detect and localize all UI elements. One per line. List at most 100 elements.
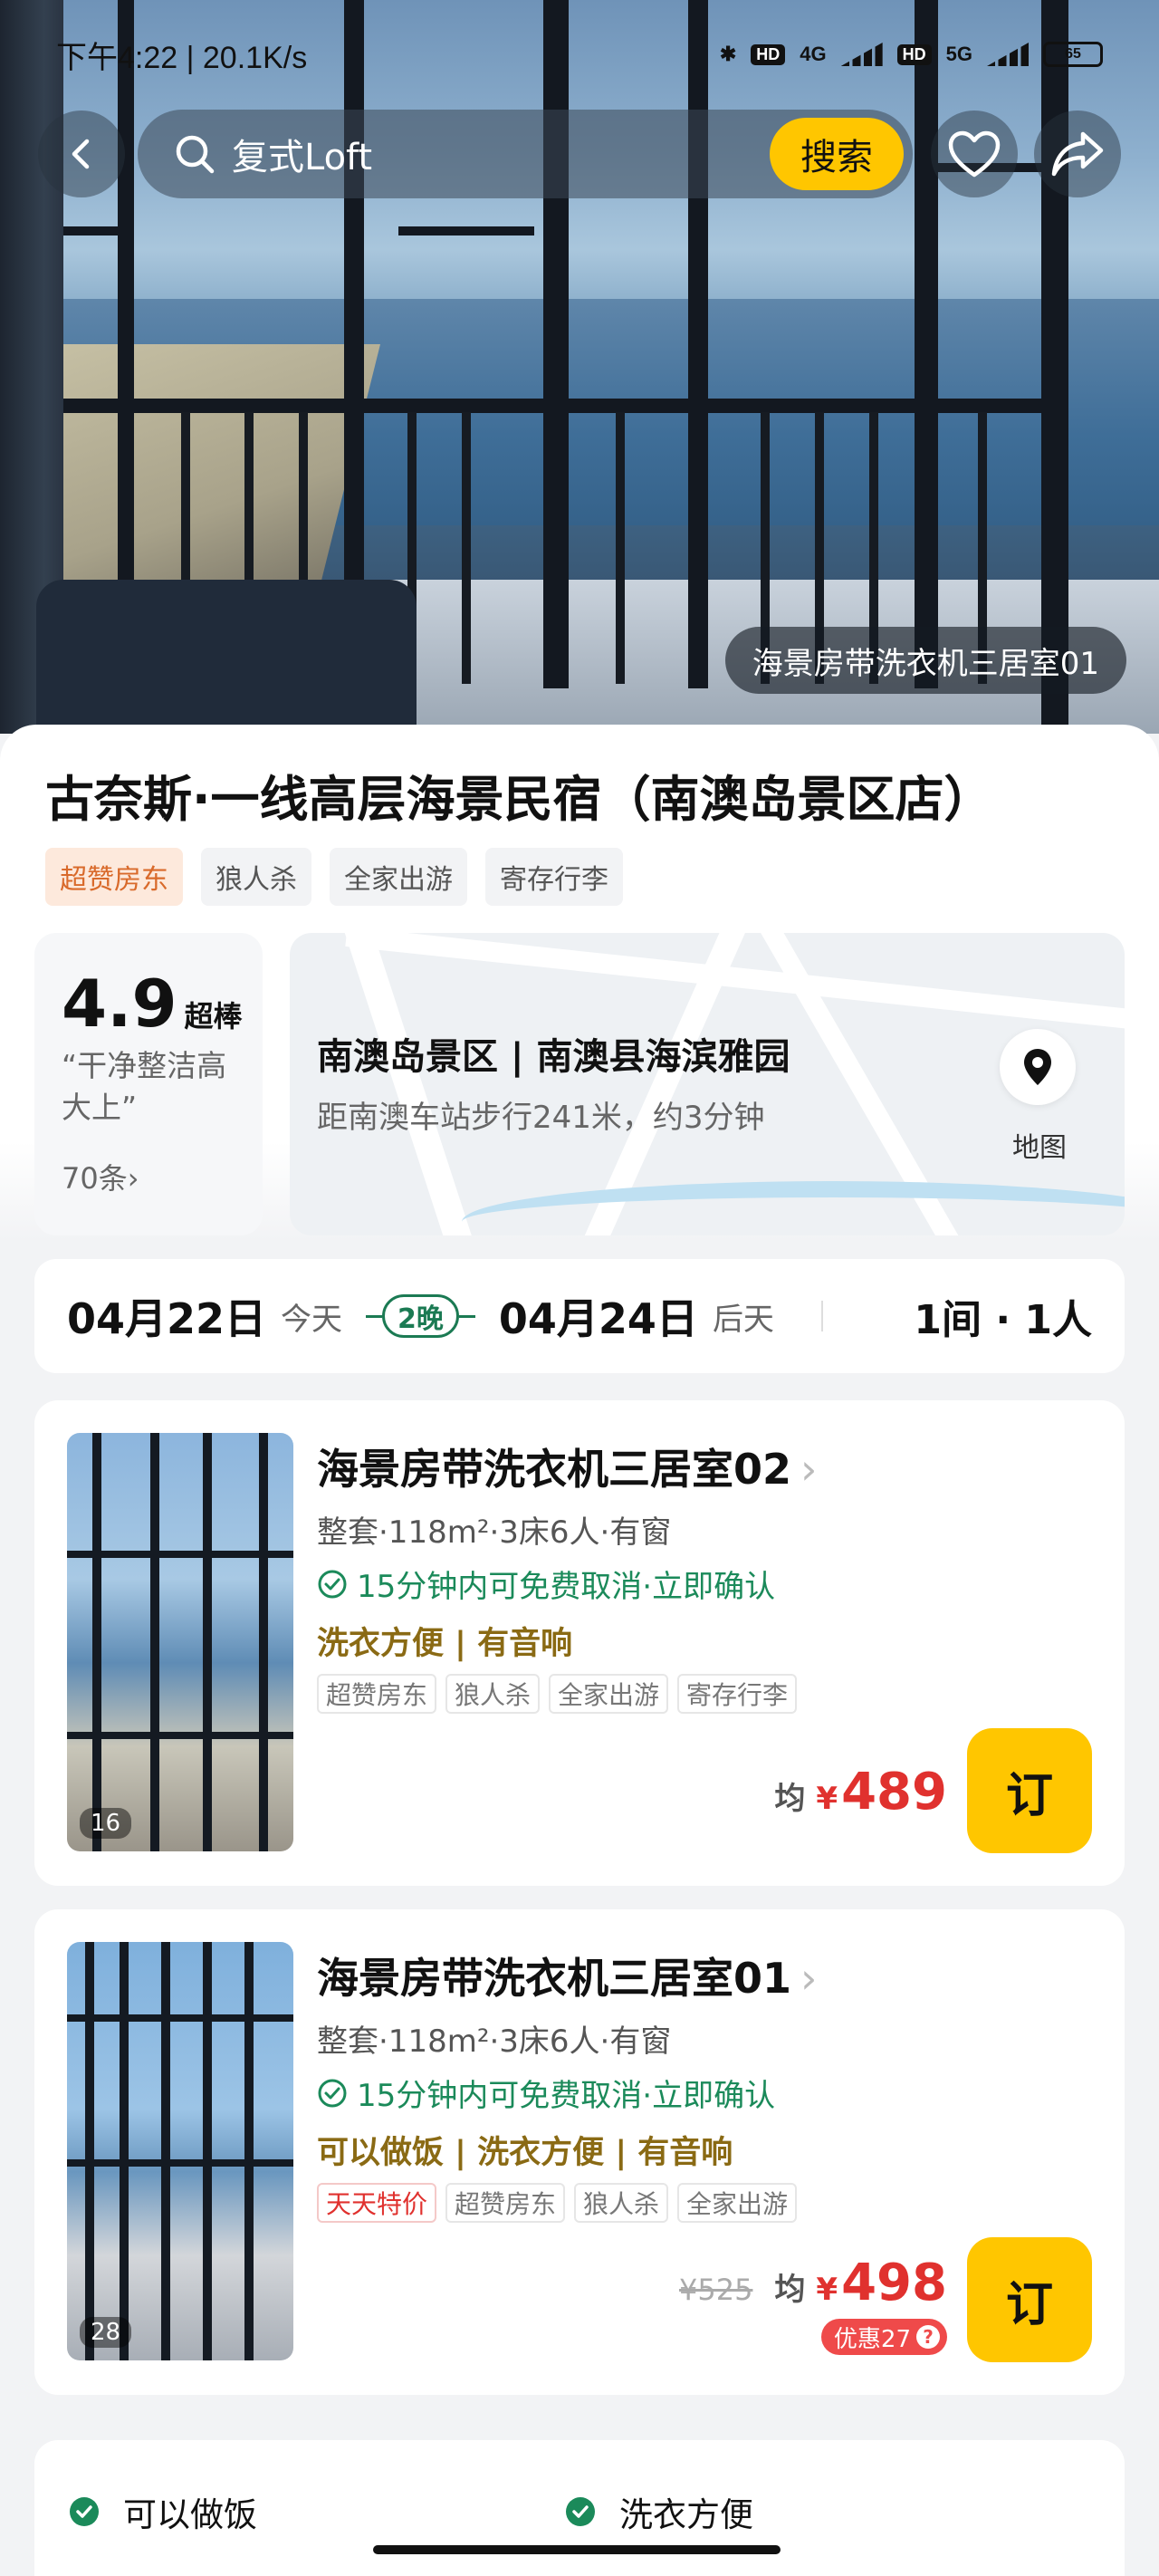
window-frame [915, 0, 938, 688]
photo-frame-bar [203, 1433, 212, 1851]
room-tag: 寄存行李 [677, 1674, 798, 1714]
window-frame [688, 0, 708, 688]
search-button[interactable]: 搜索 [770, 118, 904, 190]
back-icon [72, 139, 90, 169]
signal-icon-2 [987, 43, 1029, 66]
status-indicators: ✱ HD 4G HD 5G 65 [720, 42, 1103, 67]
hotel-tag: 狼人杀 [201, 848, 311, 906]
book-button[interactable]: 订 [967, 1728, 1092, 1853]
photo-frame-bar [85, 1942, 94, 2360]
price-value: 489 [841, 1763, 947, 1821]
hotel-info-sheet: 古奈斯·一线高层海景民宿（南澳岛景区店） 超赞房东 狼人杀 全家出游 寄存行李 … [0, 725, 1159, 1241]
window-frame [54, 399, 1050, 413]
room-features: 洗衣方便 | 有音响 [317, 1626, 573, 1662]
favorite-button[interactable] [931, 111, 1018, 197]
share-button[interactable] [1034, 111, 1121, 197]
network-hd-badge-2: HD [896, 43, 932, 65]
room-spec: 整套·118m²·3床6人·有窗 [317, 2023, 672, 2060]
home-indicator[interactable] [373, 2545, 781, 2554]
photo-caption[interactable]: 海景房带洗衣机三居室01 [724, 627, 1126, 694]
review-count: 70条 [62, 1161, 128, 1196]
room-name[interactable]: 海景房带洗衣机三居室01 › [317, 1946, 817, 2005]
amenity-item: 可以做饭 [69, 2487, 257, 2536]
hero-sofa [36, 580, 417, 734]
room-photo[interactable]: 28 [67, 1942, 293, 2360]
photo-frame-bar [161, 1942, 170, 2360]
rooms-guests-selector[interactable]: 1间 · 1人 [914, 1287, 1092, 1345]
discount-badge[interactable]: 优惠27 ? [820, 2319, 947, 2355]
top-bar: 复式Loft 搜索 [38, 107, 1121, 201]
photo-frame-bar [67, 1551, 293, 1558]
back-button[interactable] [38, 111, 125, 197]
room-tag: 超赞房东 [445, 2183, 566, 2223]
hotel-tag: 超赞房东 [45, 848, 183, 906]
network-hd-badge: HD [751, 43, 786, 65]
map-road [342, 933, 482, 1235]
currency-symbol: ¥ [816, 2272, 838, 2308]
divider [821, 1301, 824, 1331]
map-label[interactable]: 地图 [1012, 1125, 1067, 1165]
checkout-date[interactable]: 04月24日 [499, 1286, 698, 1346]
book-button[interactable]: 订 [967, 2237, 1092, 2362]
search-input[interactable]: 复式Loft [232, 128, 770, 180]
discount-text: 优惠27 [833, 2325, 911, 2353]
currency-symbol: ¥ [816, 1781, 838, 1817]
location-distance: 距南澳车站步行241米，约3分钟 [317, 1100, 765, 1136]
date-selector[interactable]: 04月22日 今天 2晚 04月24日 后天 1间 · 1人 [34, 1259, 1125, 1373]
heart-icon [948, 130, 1001, 178]
room-photo[interactable]: 16 [67, 1433, 293, 1851]
check-circle-icon [318, 1570, 347, 1598]
price-value: 498 [841, 2254, 947, 2312]
railing-bar [616, 412, 625, 684]
cancel-policy: 15分钟内可免费取消·立即确认 [317, 1562, 775, 1606]
room-spec: 整套·118m²·3床6人·有窗 [317, 1514, 672, 1551]
room-name-text: 海景房带洗衣机三居室02 [317, 1445, 792, 1494]
amenity-item: 洗衣方便 [565, 2487, 753, 2536]
photo-frame-bar [120, 1942, 129, 2360]
window-frame [398, 226, 534, 235]
amenity-label: 洗衣方便 [619, 2495, 753, 2534]
nights-line [458, 1314, 475, 1318]
photo-frame-bar [244, 1942, 254, 2360]
check-circle-filled-icon [566, 2497, 595, 2526]
room-name[interactable]: 海景房带洗衣机三居室02 › [317, 1437, 817, 1496]
amenities-card: 可以做饭 洗衣方便 [34, 2440, 1125, 2576]
rating-grade: 超棒 [184, 999, 243, 1033]
chevron-right-icon: › [800, 1954, 818, 2003]
rating-card[interactable]: 4.9 超棒 “干净整洁高大上” 70条› [34, 933, 263, 1235]
room-card[interactable]: 16 海景房带洗衣机三居室02 › 整套·118m²·3床6人·有窗 15分钟内可… [34, 1400, 1125, 1886]
room-tags: 超赞房东 狼人杀 全家出游 寄存行李 [317, 1674, 798, 1714]
chevron-right-icon: › [127, 1161, 139, 1196]
map-water [462, 1181, 1125, 1235]
photo-frame-bar [67, 2159, 293, 2167]
checkin-date[interactable]: 04月22日 [67, 1286, 266, 1346]
photo-frame-bar [92, 1433, 101, 1851]
room-tags: 天天特价 超赞房东 狼人杀 全家出游 [317, 2183, 798, 2223]
rating-score: 4.9 [62, 966, 177, 1042]
hero-photo[interactable]: 下午4:22 | 20.1K/s ✱ HD 4G HD 5G 65 复式Loft… [0, 0, 1159, 734]
hotel-title: 古奈斯·一线高层海景民宿（南澳岛景区店） [45, 771, 993, 828]
search-bar[interactable]: 复式Loft 搜索 [138, 110, 913, 198]
help-icon: ? [916, 2325, 940, 2349]
check-circle-filled-icon [70, 2497, 99, 2526]
share-icon [1051, 131, 1104, 177]
check-circle-icon [318, 2079, 347, 2107]
hotel-tag: 寄存行李 [485, 848, 623, 906]
nights-indicator: 2晚 [366, 1294, 475, 1338]
railing-bar [462, 412, 471, 684]
window-frame [54, 226, 127, 235]
photo-frame-bar [67, 2014, 293, 2022]
map-button[interactable] [1000, 1029, 1076, 1105]
hotel-tag: 全家出游 [330, 848, 467, 906]
room-card[interactable]: 28 海景房带洗衣机三居室01 › 整套·118m²·3床6人·有窗 15分钟内可… [34, 1909, 1125, 2395]
photo-count: 28 [80, 2317, 132, 2348]
photo-frame-bar [203, 1942, 212, 2360]
chevron-right-icon: › [800, 1445, 818, 1494]
room-features: 可以做饭 | 洗衣方便 | 有音响 [317, 2135, 733, 2171]
review-count-link[interactable]: 70条› [62, 1156, 263, 1197]
room-price: 均 ¥ 489 [774, 1763, 947, 1821]
location-card[interactable]: 南澳岛景区 | 南澳县海滨雅园 距南澳车站步行241米，约3分钟 地图 [290, 933, 1125, 1235]
status-time-speed: 下午4:22 | 20.1K/s [56, 40, 308, 75]
location-pin-icon [1024, 1049, 1051, 1085]
room-tag: 全家出游 [549, 1674, 669, 1714]
